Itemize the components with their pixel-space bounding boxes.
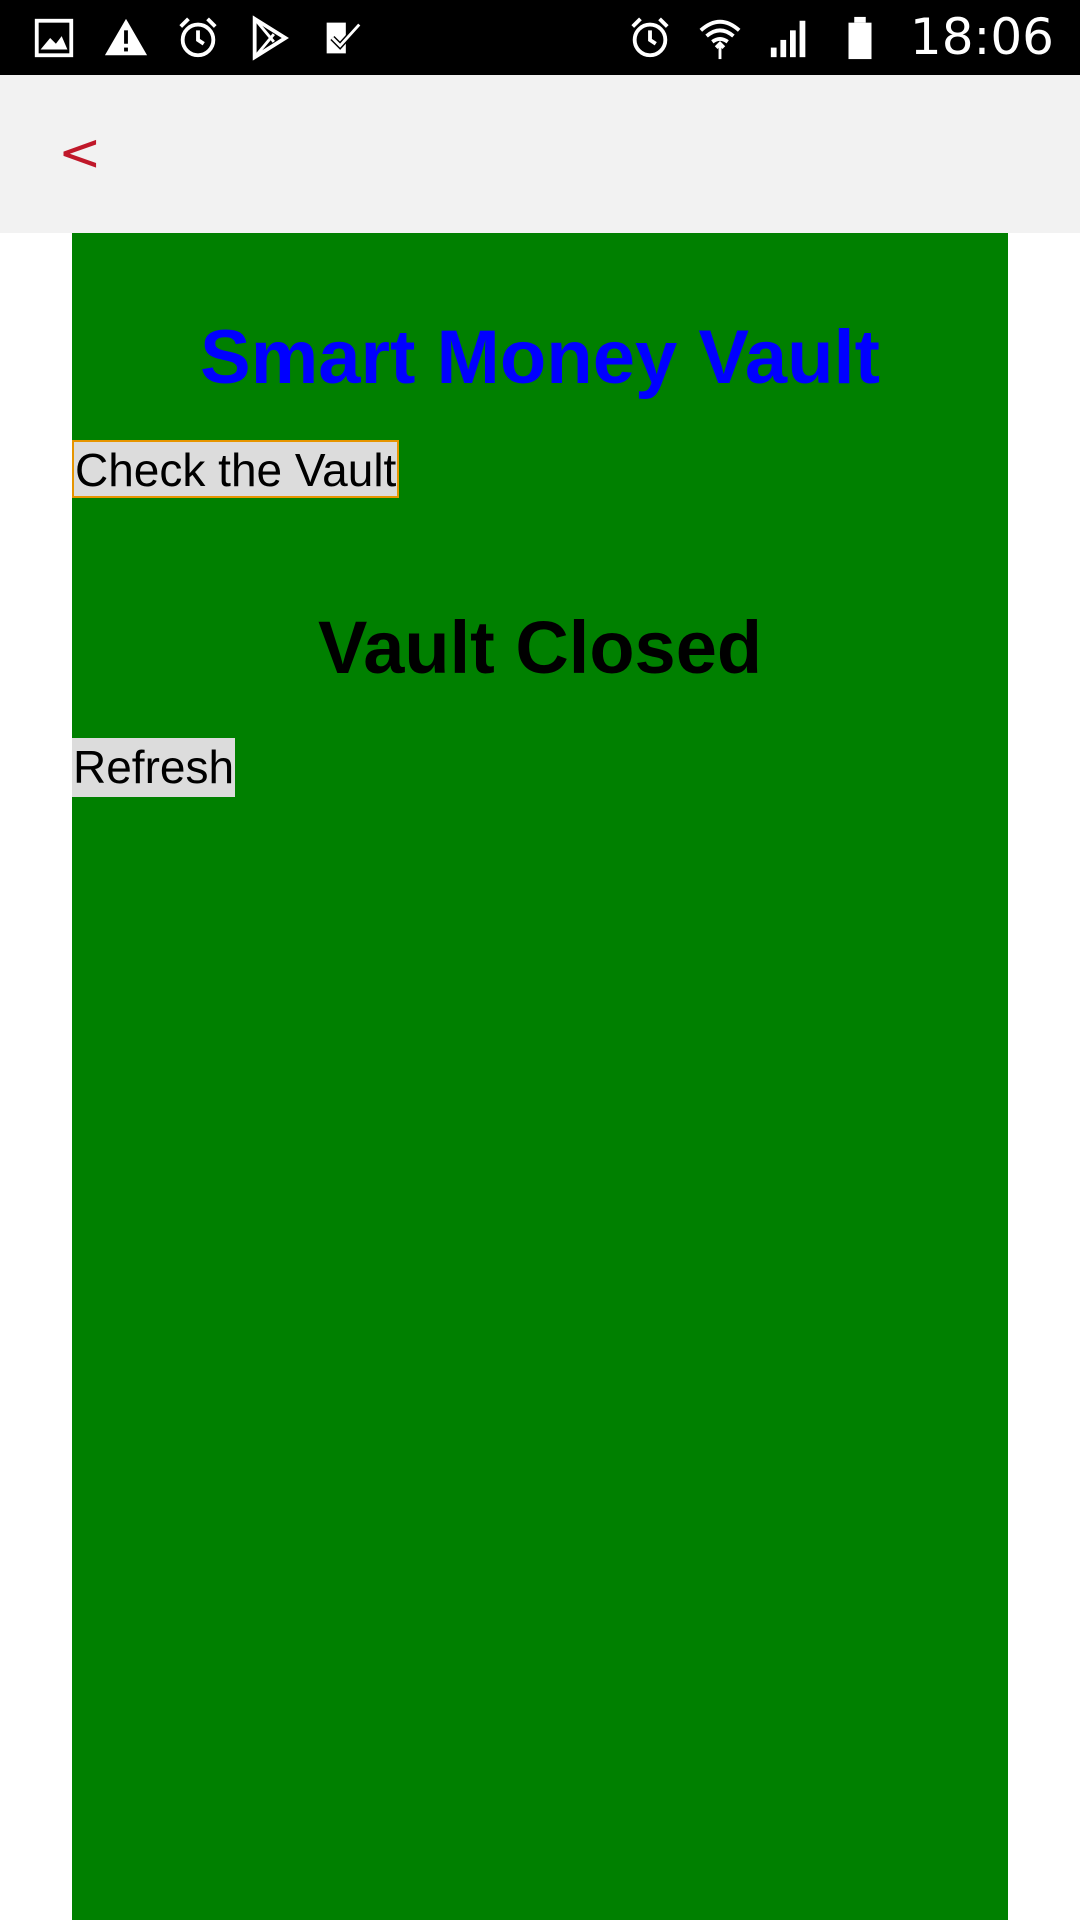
play-store-icon bbox=[246, 14, 294, 62]
page-title: Smart Money Vault bbox=[200, 315, 880, 400]
status-bar: 18:06 bbox=[0, 0, 1080, 75]
check-vault-button[interactable]: Check the Vault bbox=[72, 440, 400, 498]
warning-icon bbox=[102, 14, 150, 62]
vault-panel: Smart Money Vault Check the Vault Vault … bbox=[72, 233, 1008, 1920]
alarm-icon bbox=[174, 14, 222, 62]
back-button[interactable]: < bbox=[58, 123, 118, 183]
vault-status-text: Vault Closed bbox=[317, 606, 763, 689]
gallery-icon bbox=[30, 14, 78, 62]
navigation-bar: < bbox=[0, 75, 1080, 233]
refresh-button[interactable]: Refresh bbox=[72, 738, 236, 797]
wifi-icon bbox=[696, 14, 744, 62]
clock: 18:06 bbox=[909, 8, 1054, 66]
signal-icon bbox=[766, 14, 814, 62]
battery-icon bbox=[836, 14, 884, 62]
notification-icons bbox=[30, 0, 366, 75]
system-icons: 18:06 bbox=[626, 0, 1054, 75]
alarm-icon bbox=[626, 14, 674, 62]
task-check-icon bbox=[318, 14, 366, 62]
